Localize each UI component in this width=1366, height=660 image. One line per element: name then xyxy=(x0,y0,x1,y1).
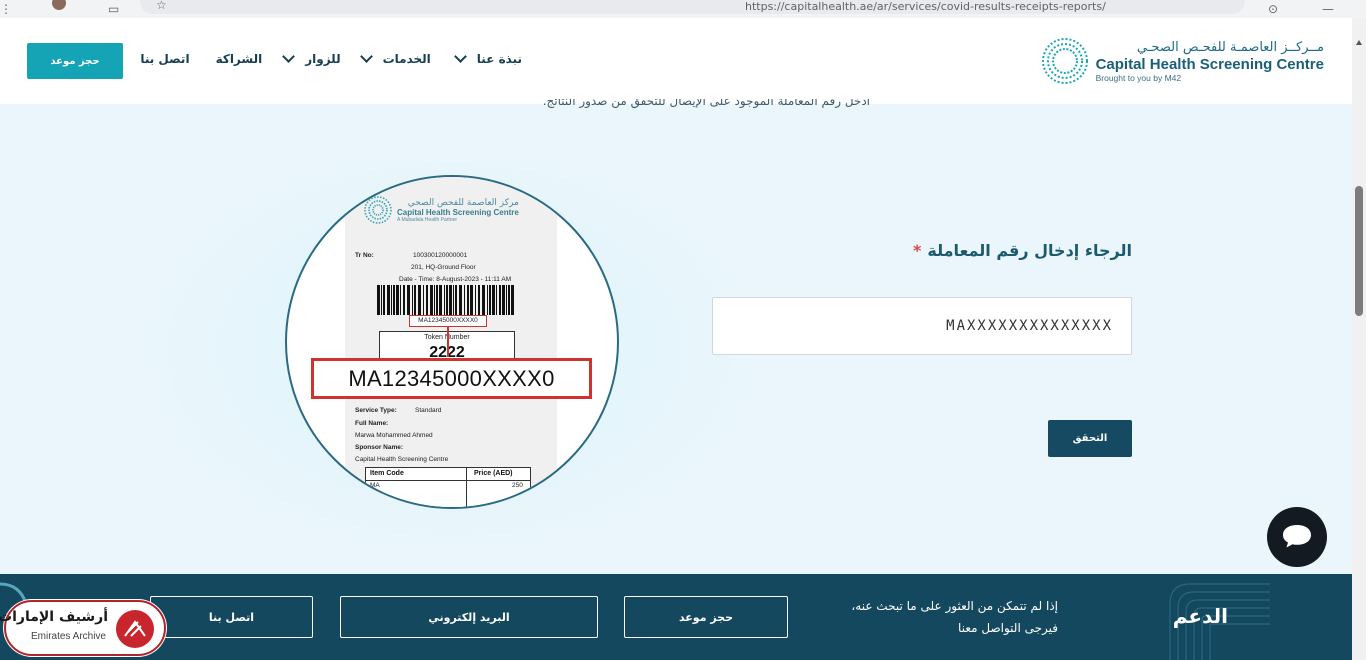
page-scrollbar[interactable] xyxy=(1352,18,1366,660)
receipt-tr-label: Tr No: xyxy=(355,252,374,259)
chevron-down-icon xyxy=(359,49,373,63)
receipt-tr-value: 100300120000001 xyxy=(413,252,468,259)
emirates-archive-watermark: أرشيف الإمارات Emirates Archive xyxy=(0,600,166,656)
receipt-service-type-label: Service Type: xyxy=(355,407,397,414)
footer-book-appointment-button[interactable]: حجز موعد xyxy=(624,596,788,638)
receipt-datetime: Date - Time: 8-August-2023 - 11:11 AM xyxy=(399,276,512,283)
nav-item-visitors[interactable]: للزوار xyxy=(282,49,341,66)
receipt-logo-subtitle: A Mubadala Health Partner xyxy=(397,216,458,223)
barcode-icon xyxy=(377,285,514,315)
required-asterisk: * xyxy=(913,241,922,260)
receipt-location: 201, HQ-Ground Floor xyxy=(411,264,476,271)
table-header-price: Price (AED) xyxy=(474,470,513,477)
nav-item-label: الشراكة xyxy=(215,52,263,66)
footer-contact-button[interactable]: اتصل بنا xyxy=(150,596,313,638)
transaction-number-input[interactable] xyxy=(712,297,1132,355)
receipt-logo-mark-icon xyxy=(364,196,392,224)
footer-support-message: إذا لم تتمكن من العثور على ما تبحث عنه، … xyxy=(851,595,1058,639)
table-divider xyxy=(466,468,467,507)
receipt-barcode-number: MA12345000XXXX0 xyxy=(409,315,487,327)
table-cell-price: 250 xyxy=(512,482,523,489)
menu-dots-icon[interactable]: ⋮ xyxy=(0,2,12,16)
magnified-transaction-number: MA12345000XXXX0 xyxy=(311,358,592,399)
receipt-sponsor-value: Capital Health Screening Centre xyxy=(355,456,449,463)
nav-item-label: الخدمات xyxy=(382,52,431,66)
nav-item-services[interactable]: الخدمات xyxy=(359,49,431,66)
nav-item-partnership[interactable]: الشراكة xyxy=(216,52,263,66)
support-footer: الدعم إذا لم تتمكن من العثور على ما تبحث… xyxy=(0,574,1352,660)
search-tabs-icon[interactable]: ⊙ xyxy=(1268,2,1278,16)
receipt-service-type-value: Standard xyxy=(415,407,442,414)
logo-subtitle: Brought to you by M42 xyxy=(1095,72,1182,83)
intro-text: أدخل رقم المعاملة الموجود على الإيصال لل… xyxy=(360,99,870,113)
receipt-full-name-value: Marwa Mohammed Ahmed xyxy=(355,432,433,439)
footer-support-title: الدعم xyxy=(1172,604,1228,628)
address-bar[interactable]: ☆ https://capitalhealth.ae/ar/services/c… xyxy=(140,0,1245,14)
receipt-logo-english: Capital Health Screening Centre xyxy=(397,207,519,217)
nav-item-label: نبذة عنا xyxy=(476,52,522,66)
footer-message-line-1: إذا لم تتمكن من العثور على ما تبحث عنه، xyxy=(851,599,1058,613)
star-icon[interactable]: ☆ xyxy=(156,0,167,12)
logo-arabic-text: مــركــز العاصمـة للفحـص الصحـي xyxy=(1136,39,1324,55)
footer-message-line-2: فيرجى التواصل معنا xyxy=(958,621,1058,635)
transaction-number-label-text: الرجاء إدخال رقم المعاملة xyxy=(927,241,1132,260)
scrollbar-thumb[interactable] xyxy=(1355,186,1363,316)
main-nav: نبذة عنا الخدمات للزوار الشراكة اتصل بنا xyxy=(140,49,522,66)
header-book-appointment-button[interactable]: حجز موعد xyxy=(27,43,123,79)
receipt-items-table: Item Code Price (AED) MA 250 xyxy=(365,467,531,507)
chevron-down-icon xyxy=(453,49,467,63)
receipt-sponsor-label: Sponsor Name: xyxy=(355,444,404,451)
profile-avatar-icon[interactable] xyxy=(52,0,66,10)
nav-item-contact[interactable]: اتصل بنا xyxy=(140,52,189,66)
logo-english-text: Capital Health Screening Centre xyxy=(1095,55,1324,73)
intro-text-content: أدخل رقم المعاملة الموجود على الإيصال لل… xyxy=(542,99,870,108)
highlight-connector-line xyxy=(447,327,449,357)
site-header: مــركــز العاصمـة للفحـص الصحـي Capital … xyxy=(0,18,1352,104)
receipt-illustration: مركز العاصمة للفحص الصحي Capital Health … xyxy=(285,175,619,509)
logo-mark-icon xyxy=(1041,38,1088,84)
chevron-down-icon xyxy=(282,49,296,63)
nav-item-about[interactable]: نبذة عنا xyxy=(453,49,522,66)
transaction-number-label: الرجاء إدخال رقم المعاملة * xyxy=(913,241,1132,260)
receipt-paper: مركز العاصمة للفحص الصحي Capital Health … xyxy=(345,177,557,507)
browser-toolbar: ⋮ ▭ ☆ https://capitalhealth.ae/ar/servic… xyxy=(0,0,1366,18)
chat-bubble-icon xyxy=(1283,525,1311,548)
verify-button[interactable]: التحقق xyxy=(1048,420,1132,457)
watermark-arabic: أرشيف الإمارات xyxy=(0,609,108,625)
nav-item-label: للزوار xyxy=(305,52,341,66)
minimize-icon[interactable]: — xyxy=(1322,2,1334,16)
receipt-logo: مركز العاصمة للفحص الصحي Capital Health … xyxy=(363,195,519,225)
address-bar-url: https://capitalhealth.ae/ar/services/cov… xyxy=(745,0,1106,13)
scroll-up-icon[interactable] xyxy=(1356,40,1362,45)
site-logo[interactable]: مــركــز العاصمـة للفحـص الصحـي Capital … xyxy=(1040,36,1324,86)
footer-email-button[interactable]: البريد إلكتروني xyxy=(340,596,598,638)
extensions-icon[interactable]: ▭ xyxy=(108,2,119,16)
table-cell-item: MA xyxy=(370,482,380,489)
receipt-full-name-label: Full Name: xyxy=(355,420,389,427)
watermark-english: Emirates Archive xyxy=(30,631,106,642)
receipt-logo-arabic: مركز العاصمة للفحص الصحي xyxy=(407,197,519,208)
nav-item-label: اتصل بنا xyxy=(140,52,190,66)
table-header-item: Item Code xyxy=(370,470,404,477)
table-divider xyxy=(366,480,530,481)
emirates-archive-logo-icon xyxy=(116,610,154,648)
chat-button[interactable] xyxy=(1267,507,1327,567)
